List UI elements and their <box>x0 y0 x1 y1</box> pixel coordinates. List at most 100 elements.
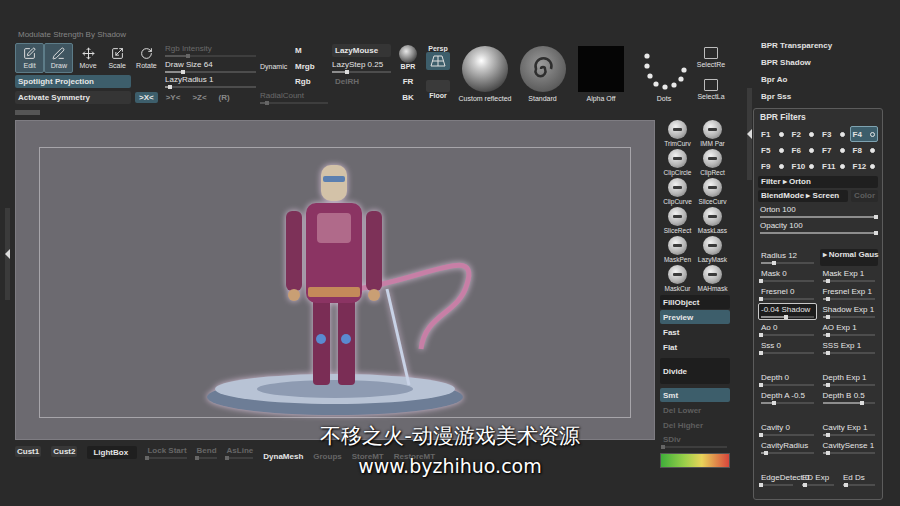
filter-slot[interactable]: F4 <box>850 126 879 142</box>
shelf-tool[interactable]: MaskPen <box>660 236 695 265</box>
slider-knob[interactable] <box>826 297 830 301</box>
dynamic-toggle[interactable]: Dynamic <box>260 63 288 70</box>
filter-slot[interactable]: F11 <box>819 158 848 174</box>
mode-button[interactable]: M <box>292 44 328 57</box>
slider-track[interactable] <box>761 280 814 282</box>
shelf-button[interactable]: Preview <box>660 310 730 324</box>
slider-knob[interactable] <box>860 401 864 405</box>
document-canvas[interactable] <box>15 120 655 440</box>
shelf-tool[interactable]: ClipCircle <box>660 149 695 178</box>
slider-knob[interactable] <box>764 451 768 455</box>
slider-knob[interactable] <box>225 456 229 460</box>
bpr-toggle[interactable]: Bpr Sss <box>753 88 883 105</box>
slider-track[interactable] <box>227 457 254 459</box>
shelf-tool[interactable]: MAHmask <box>695 265 730 294</box>
slider-knob[interactable] <box>874 231 878 235</box>
slider-knob[interactable] <box>195 456 199 460</box>
blend-mode-dropdown[interactable]: BlendMode ▸ Screen <box>758 190 848 202</box>
slider-track[interactable] <box>165 86 256 88</box>
shelf-button[interactable]: Flat <box>660 340 730 354</box>
slider-track[interactable] <box>260 102 328 104</box>
select-button[interactable]: SelectRe <box>697 47 725 68</box>
slider-track[interactable] <box>823 352 876 354</box>
filter-slot[interactable]: F5 <box>758 142 787 158</box>
slider-track[interactable] <box>760 216 876 218</box>
filter-slider[interactable]: Ed Ds <box>840 471 878 488</box>
slider-knob[interactable] <box>826 315 830 319</box>
slider-knob[interactable] <box>826 451 830 455</box>
slider-knob[interactable] <box>759 483 763 487</box>
shelf-button[interactable]: FillObject <box>660 295 730 309</box>
slider-knob[interactable] <box>772 401 776 405</box>
color-swatch[interactable] <box>660 453 730 468</box>
slider-knob[interactable] <box>145 456 149 460</box>
filter-slider[interactable]: Radius 12 <box>758 249 817 266</box>
slider-knob[interactable] <box>181 70 185 74</box>
shelf-tool[interactable]: ClipRect <box>695 149 730 178</box>
slider-knob[interactable] <box>826 383 830 387</box>
slider-knob[interactable] <box>826 351 830 355</box>
filter-slider[interactable]: Cavity 0 <box>758 421 817 438</box>
filter-slider[interactable]: CavitySense 1 <box>820 439 879 456</box>
bpr-button[interactable]: BPR <box>401 63 416 70</box>
filter-slider[interactable]: Fresnel Exp 1 <box>820 285 879 302</box>
slider-track[interactable] <box>761 334 814 336</box>
slider-knob[interactable] <box>826 333 830 337</box>
filter-slider[interactable]: ED Exp <box>799 471 837 488</box>
material-slot[interactable]: Standard <box>515 42 570 105</box>
slider-track[interactable] <box>823 334 876 336</box>
filter-slot[interactable]: F12 <box>850 158 879 174</box>
filter-slider[interactable]: Mask 0 <box>758 267 817 284</box>
filter-slider[interactable]: Depth Exp 1 <box>820 371 879 388</box>
shelf-button[interactable]: Divide <box>660 358 730 384</box>
slider-track[interactable] <box>761 262 814 264</box>
filter-slider[interactable]: Ao 0 <box>758 321 817 338</box>
shelf-tool[interactable]: MaskLass <box>695 207 730 236</box>
slider-knob[interactable] <box>874 215 878 219</box>
slider-track[interactable] <box>823 452 876 454</box>
tool-button[interactable]: Draw <box>44 43 73 73</box>
slider-knob[interactable] <box>759 279 763 283</box>
slider-track[interactable] <box>760 232 876 234</box>
shelf-button[interactable]: Smt <box>660 388 730 402</box>
slider-knob[interactable] <box>784 315 788 319</box>
slider-knob[interactable] <box>759 333 763 337</box>
panel-handle[interactable] <box>747 88 752 180</box>
slider-track[interactable] <box>823 384 876 386</box>
shelf-button[interactable]: Del Higher <box>660 418 730 432</box>
bottom-bar-item[interactable]: Cust2 <box>51 446 77 457</box>
filter-slider[interactable]: AO Exp 1 <box>820 321 879 338</box>
filter-slider[interactable]: Depth A -0.5 <box>758 389 817 406</box>
slider-track[interactable] <box>761 352 814 354</box>
spotlight-button[interactable]: Spotlight Projection <box>15 75 131 88</box>
mode-button[interactable]: Mrgb <box>292 60 328 73</box>
slider-track[interactable] <box>802 484 834 486</box>
slider-track[interactable] <box>823 316 876 318</box>
tool-button[interactable]: Edit <box>15 43 44 73</box>
bottom-bar-item[interactable]: DynaMesh <box>263 446 303 461</box>
model-render[interactable] <box>175 149 495 417</box>
filter-slider[interactable]: Shadow Exp 1 <box>820 303 879 320</box>
material-slot[interactable]: Custom reflected <box>455 42 515 105</box>
panel-title[interactable]: BPR Filters <box>758 112 878 126</box>
shelf-tool[interactable]: ClipCurve <box>660 178 695 207</box>
bottom-bar-item[interactable]: Bend <box>197 446 217 459</box>
persp-button[interactable] <box>426 52 450 70</box>
filter-dropdown[interactable]: Filter ▸ Orton <box>758 176 878 188</box>
slider-track[interactable] <box>165 55 256 57</box>
bottom-bar-item[interactable]: Lock Start <box>147 446 186 459</box>
tool-button[interactable]: Scale <box>103 43 132 73</box>
filter-slider[interactable]: EdgeDetect 0 <box>758 471 796 488</box>
shelf-tool[interactable]: TrimCurv <box>660 120 695 149</box>
slider-track[interactable] <box>823 280 876 282</box>
axis-button[interactable]: >Y< <box>162 92 185 103</box>
bottom-bar-item[interactable]: LightBox <box>87 446 137 459</box>
lazy-mouse-button[interactable]: LazyMouse <box>332 44 391 57</box>
slider-knob[interactable] <box>803 483 807 487</box>
filter-slider[interactable]: Opacity 100 <box>758 221 878 234</box>
filter-slot[interactable]: F7 <box>819 142 848 158</box>
slider-knob[interactable] <box>345 70 349 74</box>
bottom-bar-item[interactable]: Groups <box>313 446 341 461</box>
shelf-tool[interactable]: SliceCurv <box>695 178 730 207</box>
material-slot[interactable]: Dots <box>632 42 696 105</box>
